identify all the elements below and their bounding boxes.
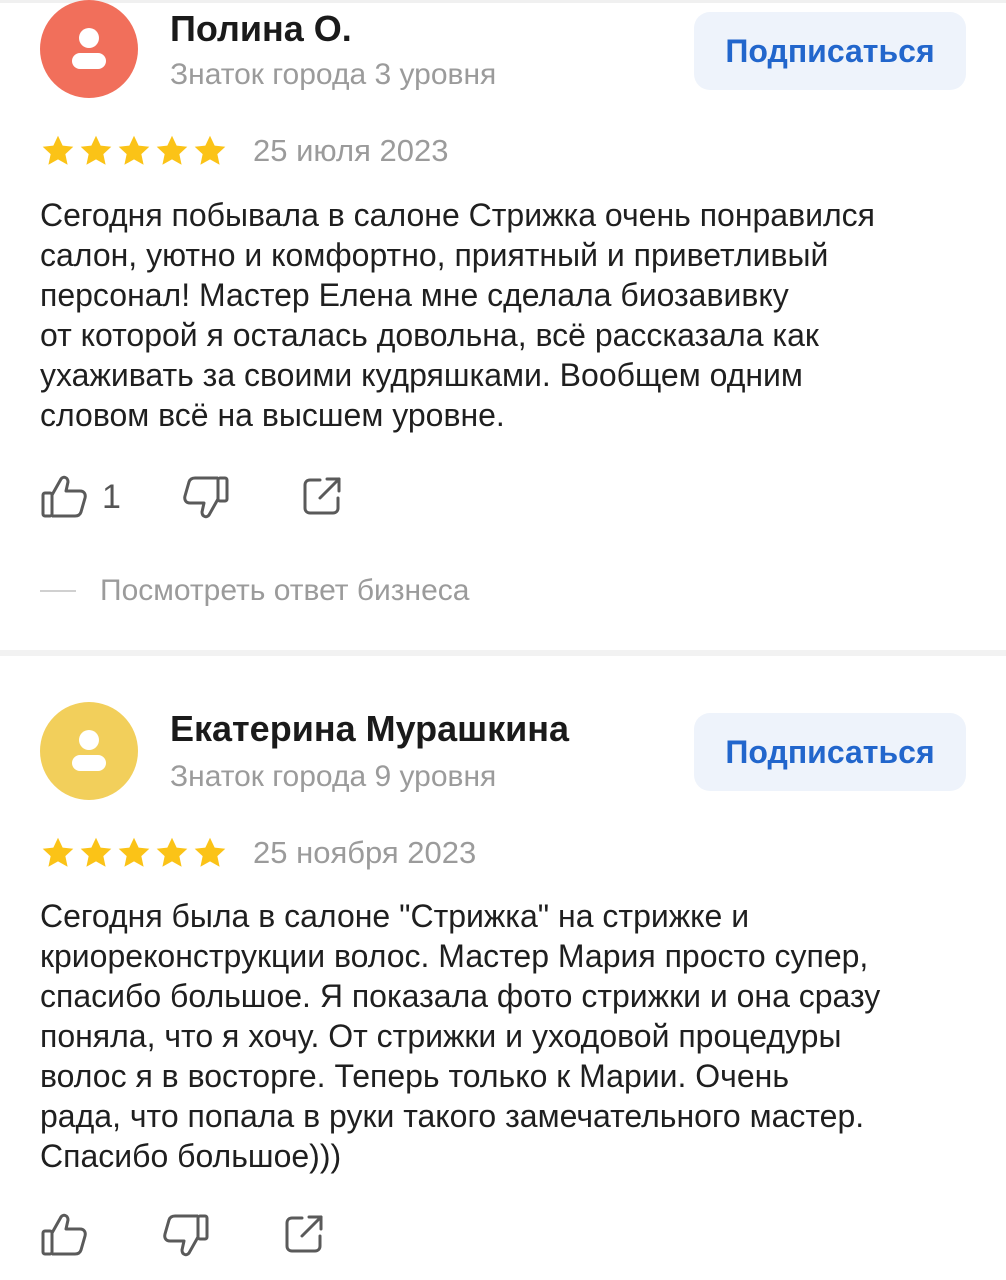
business-reply-label: Посмотреть ответ бизнеса: [100, 574, 470, 607]
share-icon: [303, 477, 341, 515]
review-text-line: ухаживать за своими кудряшками. Вообщем …: [40, 357, 803, 393]
review-text-line: Спасибо большое))): [40, 1138, 342, 1174]
author-name[interactable]: Полина О.: [170, 8, 352, 50]
star-icon: [194, 837, 226, 867]
rating-stars: [40, 131, 230, 171]
thumbs-down-icon: [183, 476, 229, 519]
share-button[interactable]: [300, 474, 344, 518]
share-icon: [285, 1215, 323, 1253]
review-text-line: от которой я осталась довольна, всё расс…: [40, 317, 819, 353]
review-text-line: криореконструкции волос. Мастер Мария пр…: [40, 938, 869, 974]
author-level: Знаток города 9 уровня: [170, 760, 497, 793]
thumbs-down-icon: [163, 1214, 209, 1257]
review-text-line: волос я в восторге. Теперь только к Мари…: [40, 1058, 789, 1094]
avatar[interactable]: [40, 702, 138, 800]
avatar[interactable]: [40, 0, 138, 98]
like-count: 1: [102, 477, 121, 516]
dislike-button[interactable]: [160, 1212, 210, 1258]
review-text-line: Сегодня была в салоне "Стрижка" на стриж…: [40, 898, 750, 934]
review-date: 25 ноября 2023: [253, 835, 477, 870]
author-name[interactable]: Екатерина Мурашкина: [170, 708, 569, 750]
like-button[interactable]: 1: [40, 474, 121, 520]
author-level: Знаток города 3 уровня: [170, 58, 497, 91]
review-text-line: персонал! Мастер Елена мне сделала биоза…: [40, 277, 789, 313]
star-icon: [118, 135, 150, 165]
thumbs-up-icon: [41, 475, 87, 518]
business-reply-link[interactable]: Посмотреть ответ бизнеса: [40, 574, 469, 608]
dislike-button[interactable]: [180, 474, 230, 520]
review-date: 25 июля 2023: [253, 133, 449, 168]
review-card: Екатерина Мурашкина Знаток города 9 уров…: [0, 656, 1006, 1280]
star-icon: [42, 135, 74, 165]
review-text-line: поняла, что я хочу. От стрижки и уходово…: [40, 1018, 842, 1054]
star-icon: [156, 135, 188, 165]
reply-dash: [40, 590, 76, 592]
star-icon: [80, 135, 112, 165]
star-icon: [80, 837, 112, 867]
thumbs-up-icon: [41, 1213, 87, 1256]
review-text-line: спасибо большое. Я показала фото стрижки…: [40, 978, 881, 1014]
star-icon: [42, 837, 74, 867]
star-icon: [156, 837, 188, 867]
rating-stars: [40, 833, 230, 873]
user-icon: [40, 0, 138, 98]
review-text-line: Сегодня побывала в салоне Стрижка очень …: [40, 197, 875, 233]
star-icon: [194, 135, 226, 165]
user-icon: [40, 702, 138, 800]
star-icon: [118, 837, 150, 867]
review-text-line: рада, что попала в руки такого замечател…: [40, 1098, 865, 1134]
review-text: Сегодня побывала в салоне Стрижка очень …: [40, 195, 980, 435]
review-text-line: словом всё на высшем уровне.: [40, 397, 505, 433]
review-text: Сегодня была в салоне "Стрижка" на стриж…: [40, 896, 980, 1176]
subscribe-button[interactable]: Подписаться: [694, 12, 966, 90]
review-text-line: салон, уютно и комфортно, приятный и при…: [40, 237, 829, 273]
review-card: Полина О. Знаток города 3 уровня Подписа…: [0, 0, 1006, 650]
like-button[interactable]: [40, 1212, 90, 1258]
subscribe-button[interactable]: Подписаться: [694, 713, 966, 791]
share-button[interactable]: [282, 1212, 326, 1256]
